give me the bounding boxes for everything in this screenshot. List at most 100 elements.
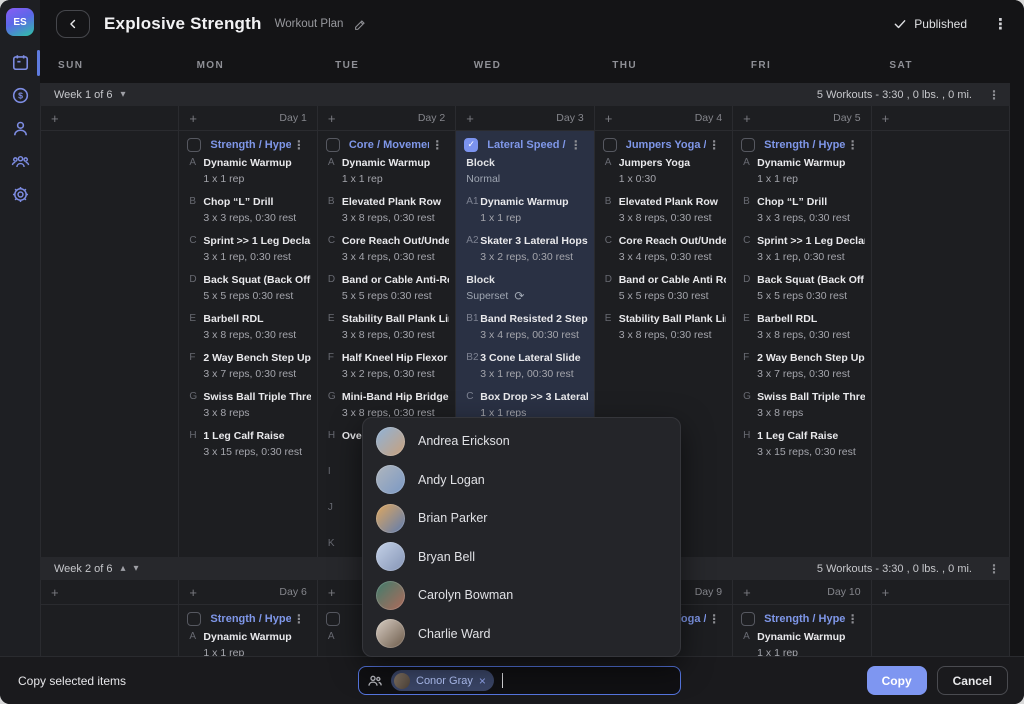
add-workout-icon[interactable]: + [466,112,474,125]
workout-checkbox[interactable] [326,138,340,152]
athlete-option[interactable]: Bryan Bell [363,538,680,577]
exercise-row[interactable]: B23 Cone Lateral Slide3 x 1 rep, 00:30 r… [456,351,587,381]
exercise-row[interactable]: EBarbell RDL3 x 8 reps, 0:30 rest [179,312,310,342]
exercise-row[interactable]: DBand or Cable Anti Rotati...5 x 5 reps … [595,273,726,303]
exercise-row[interactable]: H1 Leg Calf Raise3 x 15 reps, 0:30 rest [733,429,864,459]
selected-athlete-chip[interactable]: Conor Gray × [391,670,494,691]
athlete-option[interactable]: Brian Parker [363,499,680,538]
exercise-row[interactable]: F2 Way Bench Step Up3 x 7 reps, 0:30 res… [179,351,310,381]
remove-chip-icon[interactable]: × [479,675,486,687]
workout-card[interactable]: Strength / Hypertro...⋮ADynamic Warmup1 … [179,131,316,474]
cancel-button[interactable]: Cancel [937,666,1008,695]
avatar [376,581,405,610]
workout-menu-icon[interactable]: ⋮ [706,613,722,625]
exercise-row[interactable]: ADynamic Warmup1 x 1 rep [318,156,449,186]
add-workout-icon[interactable]: + [743,586,751,599]
exercise-row[interactable]: AJumpers Yoga1 x 0:30 [595,156,726,186]
chevron-up-icon[interactable]: ▴ [121,564,126,574]
athlete-option[interactable]: Charlie Ward [363,615,680,654]
header-menu-icon[interactable]: ⋮ [993,17,1008,32]
workout-checkbox[interactable] [187,612,201,626]
exercise-row[interactable]: A1Dynamic Warmup1 x 1 rep [456,195,587,225]
exercise-row[interactable]: GSwiss Ball Triple Threat3 x 8 reps [733,390,864,420]
exercise-row[interactable]: ADynamic Warmup1 x 1 rep [179,630,310,656]
exercise-detail: 1 x 0:30 [619,173,726,186]
athlete-option[interactable]: Andy Logan [363,461,680,500]
week-2-label[interactable]: Week 2 of 6 [54,563,113,575]
workout-menu-icon[interactable]: ⋮ [706,139,722,151]
exercise-row[interactable]: A2Skater 3 Lateral Hops >> ...3 x 2 reps… [456,234,587,264]
exercise-row[interactable]: BChop “L” Drill3 x 3 reps, 0:30 rest [733,195,864,225]
exercise-row[interactable]: BChop “L” Drill3 x 3 reps, 0:30 rest [179,195,310,225]
week-2-menu-icon[interactable]: ⋮ [988,563,1000,575]
exercise-letter: D [733,273,757,303]
add-workout-icon[interactable]: + [328,112,336,125]
add-workout-icon[interactable]: + [328,586,336,599]
exercise-row[interactable]: B1Band Resisted 2 Step Late...3 x 4 reps… [456,312,587,342]
exercise-row[interactable]: FHalf Kneel Hip Flexor Rais...3 x 2 reps… [318,351,449,381]
week-1-menu-icon[interactable]: ⋮ [988,89,1000,101]
workout-checkbox[interactable] [741,138,755,152]
add-workout-icon[interactable]: + [189,586,197,599]
athlete-option[interactable]: Andrea Erickson [363,422,680,461]
add-workout-icon[interactable]: + [189,112,197,125]
exercise-row[interactable]: CBox Drop >> 3 Lateral H...1 x 1 reps [456,390,587,420]
add-workout-icon[interactable]: + [605,112,613,125]
workout-menu-icon[interactable]: ⋮ [429,139,445,151]
team-logo[interactable]: ES [6,8,34,36]
exercise-row[interactable]: ADynamic Warmup1 x 1 rep [179,156,310,186]
exercise-row[interactable]: EStability Ball Plank Linear ...3 x 8 re… [595,312,726,342]
exercise-row[interactable]: DBand or Cable Anti-Rotati...5 x 5 reps … [318,273,449,303]
exercise-row[interactable]: EBarbell RDL3 x 8 reps, 0:30 rest [733,312,864,342]
add-workout-icon[interactable]: + [51,112,59,125]
add-workout-icon[interactable]: + [882,112,890,125]
chevron-down-icon[interactable]: ▾ [121,90,126,100]
exercise-row[interactable]: DBack Squat (Back Off Set)5 x 5 reps 0:3… [733,273,864,303]
edit-title-icon[interactable] [354,18,367,31]
workout-checkbox[interactable]: ✓ [464,138,478,152]
workout-card[interactable]: Strength / Hypertro...⋮ADynamic Warmup1 … [733,605,870,656]
workout-menu-icon[interactable]: ⋮ [291,613,307,625]
exercise-row[interactable]: ADynamic Warmup1 x 1 rep [733,156,864,186]
teams-icon[interactable] [6,149,34,173]
published-status[interactable]: Published [893,17,967,31]
calendar-icon[interactable] [6,50,34,74]
exercise-row[interactable]: H1 Leg Calf Raise3 x 15 reps, 0:30 rest [179,429,310,459]
exercise-row[interactable]: F2 Way Bench Step Up3 x 7 reps, 0:30 res… [733,351,864,381]
athlete-icon[interactable] [6,116,34,140]
workout-card[interactable]: Jumpers Yoga / Core⋮AJumpers Yoga1 x 0:3… [595,131,732,357]
exercise-row[interactable]: BElevated Plank Row3 x 8 reps, 0:30 rest [595,195,726,225]
add-workout-icon[interactable]: + [51,586,59,599]
back-button[interactable] [56,10,90,38]
add-workout-icon[interactable]: + [882,586,890,599]
settings-icon[interactable] [6,182,34,206]
add-workout-icon[interactable]: + [743,112,751,125]
chevron-down-icon[interactable]: ▾ [134,564,139,574]
exercise-row[interactable]: BElevated Plank Row3 x 8 reps, 0:30 rest [318,195,449,225]
exercise-row[interactable]: EStability Ball Plank Linear ...3 x 8 re… [318,312,449,342]
exercise-row[interactable]: DBack Squat (Back Off Set)5 x 5 reps 0:3… [179,273,310,303]
workout-checkbox[interactable] [741,612,755,626]
copy-button[interactable]: Copy [867,666,927,695]
day-header: +Day 1 [179,106,316,131]
exercise-row[interactable]: ADynamic Warmup1 x 1 rep [733,630,864,656]
workout-checkbox[interactable] [603,138,617,152]
exercise-row[interactable]: CCore Reach Out/Under3 x 4 reps, 0:30 re… [318,234,449,264]
workout-card[interactable]: Strength / Hypertro...⋮ADynamic Warmup1 … [179,605,316,656]
workout-menu-icon[interactable]: ⋮ [291,139,307,151]
billing-icon[interactable]: $ [6,83,34,107]
week-1-label[interactable]: Week 1 of 6 [54,89,113,101]
exercise-row[interactable]: GMini-Band Hip Bridge w/ ...3 x 8 reps, … [318,390,449,420]
workout-checkbox[interactable] [187,138,201,152]
workout-menu-icon[interactable]: ⋮ [568,139,584,151]
exercise-row[interactable]: GSwiss Ball Triple Threat3 x 8 reps [179,390,310,420]
workout-menu-icon[interactable]: ⋮ [845,139,861,151]
workout-card[interactable]: Strength / Hypertro...⋮ADynamic Warmup1 … [733,131,870,474]
athlete-search-input[interactable]: Conor Gray × [358,666,681,695]
exercise-row[interactable]: CSprint >> 1 Leg Declarations3 x 1 rep, … [733,234,864,264]
workout-checkbox[interactable] [326,612,340,626]
athlete-option[interactable]: Carolyn Bowman [363,576,680,615]
exercise-row[interactable]: CCore Reach Out/Under3 x 4 reps, 0:30 re… [595,234,726,264]
exercise-row[interactable]: CSprint >> 1 Leg Declarations3 x 1 rep, … [179,234,310,264]
workout-menu-icon[interactable]: ⋮ [845,613,861,625]
